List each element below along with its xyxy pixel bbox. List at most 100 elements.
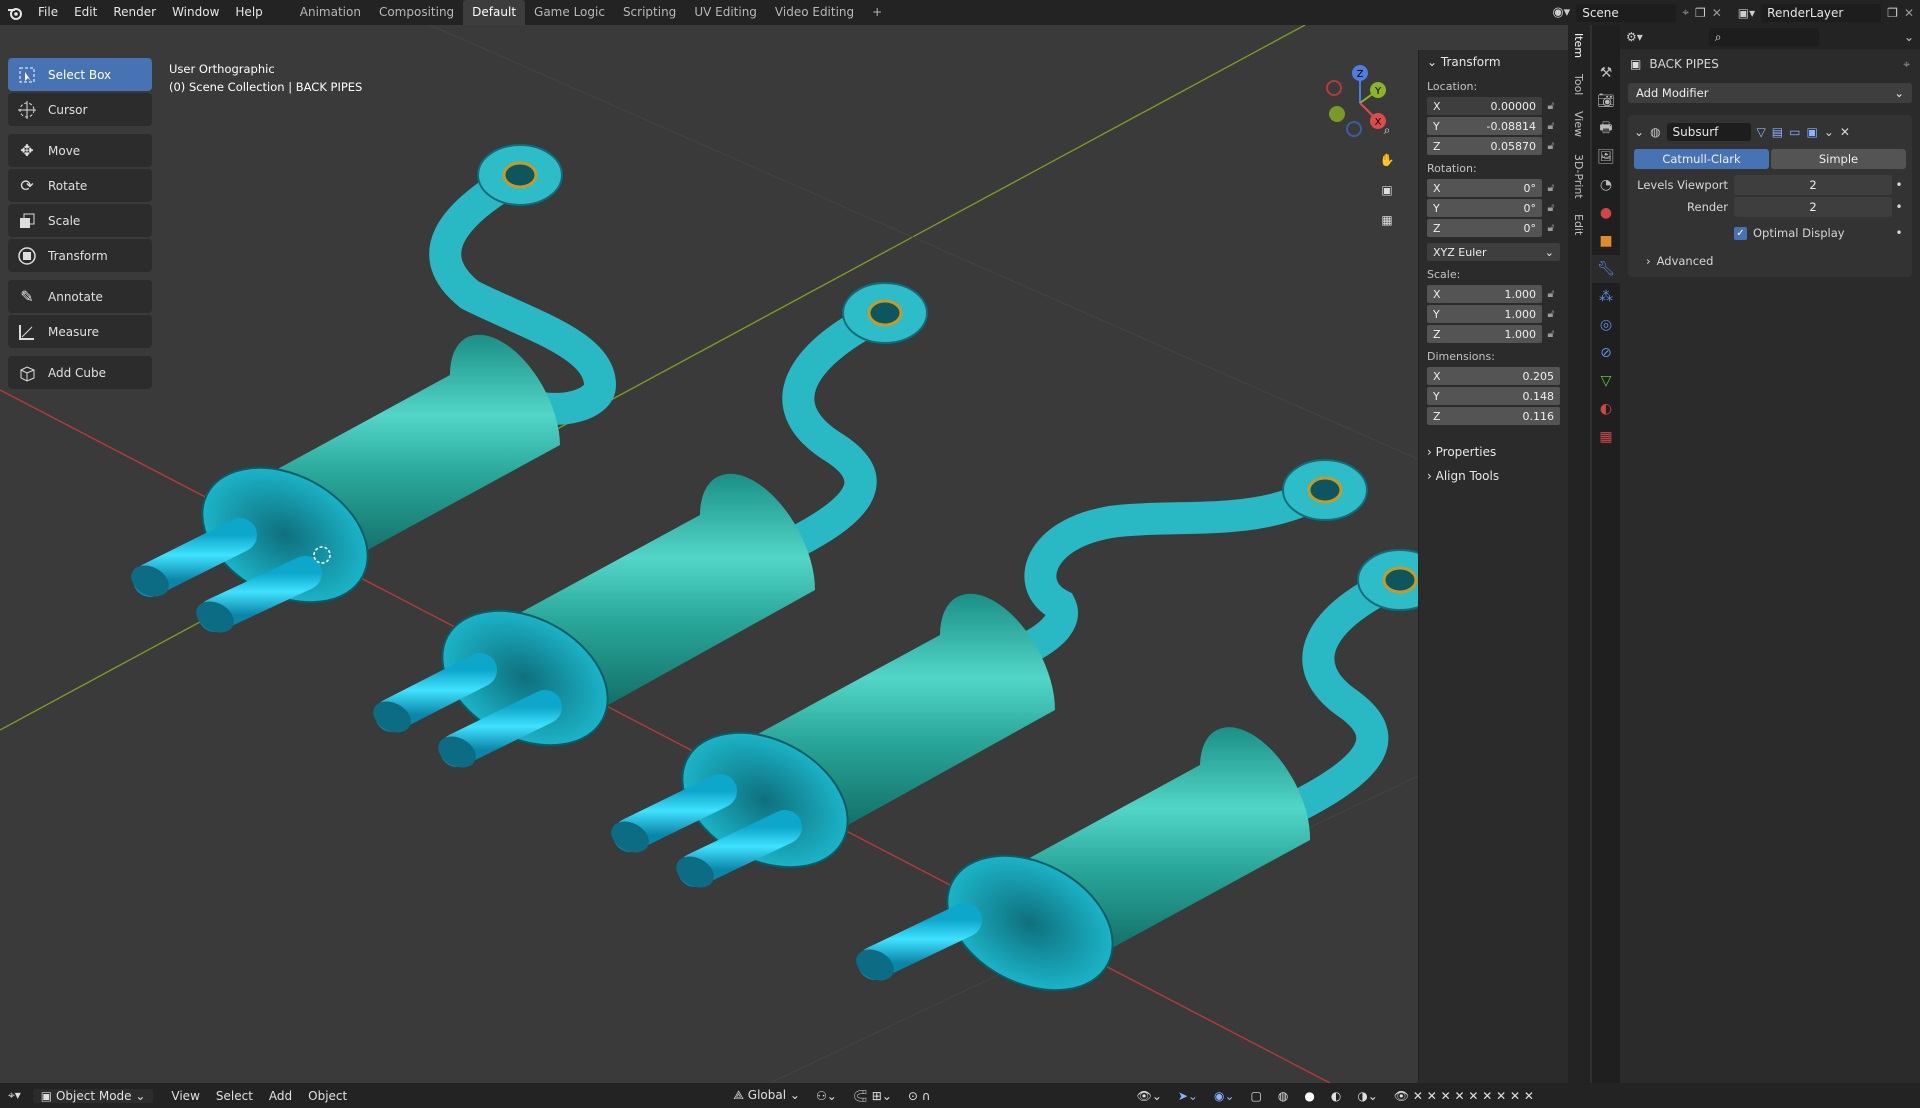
location-x-field[interactable]: X 0.00000 — [1427, 97, 1542, 115]
zoom-icon[interactable]: ⌕ — [1375, 118, 1399, 142]
dimensions-y-field[interactable]: Y 0.148 — [1427, 387, 1560, 405]
scale-z-field[interactable]: Z 1.000 — [1427, 325, 1542, 343]
tool-props-icon[interactable]: ⚒ — [1592, 59, 1620, 87]
lock-icon[interactable]: 🔓︎ — [1542, 221, 1560, 235]
shading-rendered-icon[interactable]: ◑⌄ — [1349, 1089, 1386, 1103]
menu-object[interactable]: Object — [300, 1089, 355, 1103]
tool-transform[interactable]: Transform — [8, 239, 152, 272]
tab-edit[interactable]: Edit — [1568, 206, 1589, 243]
chevron-down-icon[interactable]: ⌄ — [1634, 125, 1644, 139]
tool-add-cube[interactable]: Add Cube — [8, 356, 152, 389]
rotation-mode-select[interactable]: XYZ Euler ⌄ — [1427, 243, 1560, 261]
modifier-name-field[interactable]: Subsurf — [1666, 123, 1751, 141]
chevron-down-icon[interactable]: ⌄ — [1824, 125, 1834, 139]
shading-solid-icon[interactable]: ● — [1296, 1089, 1322, 1103]
editor-type-icon[interactable]: ⚙▾ — [1626, 30, 1643, 44]
tab-video-editing[interactable]: Video Editing — [766, 0, 863, 25]
delete-scene-icon[interactable]: ✕ — [1712, 6, 1722, 20]
visibility-icon[interactable]: 👁︎⌄ — [1129, 1089, 1170, 1103]
tool-annotate[interactable]: ✎ Annotate — [8, 280, 152, 313]
keyframe-dot-icon[interactable]: • — [1892, 200, 1906, 214]
menu-select[interactable]: Select — [208, 1089, 261, 1103]
tool-move[interactable]: ✥ Move — [8, 134, 152, 167]
scene-props-icon[interactable]: ◔ — [1592, 171, 1620, 199]
menu-help[interactable]: Help — [227, 0, 270, 25]
lock-icon[interactable]: 🔓︎ — [1542, 287, 1560, 301]
world-props-icon[interactable]: ● — [1592, 199, 1620, 227]
shading-wireframe-icon[interactable]: ◍ — [1270, 1089, 1296, 1103]
render-props-icon[interactable]: 📷︎ — [1592, 87, 1620, 115]
lock-icon[interactable]: 🔓︎ — [1542, 119, 1560, 133]
overlays-icon[interactable]: ◉⌄ — [1206, 1089, 1243, 1103]
pin-icon[interactable]: ⌖ — [1903, 57, 1910, 72]
close-icon[interactable]: ✕ — [1840, 125, 1850, 139]
modifier-props-icon[interactable]: 🔧︎ — [1592, 255, 1620, 283]
shading-material-icon[interactable]: ◐ — [1323, 1089, 1349, 1103]
transform-header[interactable]: ⌄ Transform — [1419, 50, 1568, 74]
tab-game-logic[interactable]: Game Logic — [525, 0, 614, 25]
tab-default[interactable]: Default — [463, 0, 526, 25]
lock-icon[interactable]: 🔓︎ — [1542, 327, 1560, 341]
location-y-field[interactable]: Y -0.08814 — [1427, 117, 1542, 135]
viewport-toggle-icon[interactable]: ▭ — [1789, 125, 1800, 139]
menu-file[interactable]: File — [30, 0, 66, 25]
scale-y-field[interactable]: Y 1.000 — [1427, 305, 1542, 323]
simple-button[interactable]: Simple — [1771, 149, 1906, 169]
lock-icon[interactable]: 🔓︎ — [1542, 201, 1560, 215]
data-props-icon[interactable]: ▽ — [1592, 367, 1620, 395]
camera-view-icon[interactable]: ▣ — [1375, 178, 1399, 202]
tool-measure[interactable]: Measure — [8, 315, 152, 348]
location-z-field[interactable]: Z 0.05870 — [1427, 137, 1542, 155]
editor-type-icon[interactable]: ⌖▾ — [0, 1088, 29, 1103]
optimal-display-checkbox[interactable]: ✓ — [1734, 226, 1747, 240]
render-levels-field[interactable]: 2 — [1734, 197, 1892, 217]
material-props-icon[interactable]: ◐ — [1592, 395, 1620, 423]
lock-icon[interactable]: 🔓︎ — [1542, 99, 1560, 113]
physics-icon[interactable]: ◎ — [1592, 311, 1620, 339]
delete-layer-icon[interactable]: ✕ — [1904, 6, 1914, 20]
tab-tool[interactable]: Tool — [1568, 66, 1589, 103]
gizmo-toggle-icon[interactable]: ➤⌄ — [1170, 1089, 1206, 1103]
cage-toggle-icon[interactable]: ▤ — [1772, 125, 1783, 139]
view-layer-icon[interactable]: 🖼︎ — [1592, 143, 1620, 171]
particles-icon[interactable]: ⁂ — [1592, 283, 1620, 311]
rotation-y-field[interactable]: Y 0° — [1427, 199, 1542, 217]
rotation-z-field[interactable]: Z 0° — [1427, 219, 1542, 237]
menu-render[interactable]: Render — [105, 0, 164, 25]
render-layer-field[interactable]: RenderLayer — [1761, 3, 1882, 22]
scene-icon[interactable]: ◉▾ — [1552, 5, 1570, 20]
menu-edit[interactable]: Edit — [66, 0, 105, 25]
tab-uv-editing[interactable]: UV Editing — [685, 0, 766, 25]
object-props-icon[interactable]: ■ — [1592, 227, 1620, 255]
edit-mode-toggle-icon[interactable]: ▽ — [1757, 125, 1766, 139]
props-search-field[interactable]: ⌕ — [1708, 28, 1819, 46]
3d-viewport[interactable]: Select Box Cursor ✥ Move ⟳ Rotate Scale … — [0, 25, 1568, 1083]
pin-icon[interactable]: ⌖ — [1682, 5, 1689, 20]
grid-toggle-icon[interactable]: ▦ — [1375, 208, 1399, 232]
scene-name-field[interactable]: Scene — [1576, 3, 1677, 22]
tab-scripting[interactable]: Scripting — [614, 0, 685, 25]
advanced-subpanel[interactable]: › Advanced — [1634, 251, 1906, 271]
render-layer-icon[interactable]: ▣▾ — [1738, 6, 1755, 20]
blender-logo-icon[interactable] — [0, 0, 30, 25]
keyframe-dot-icon[interactable]: • — [1892, 226, 1906, 240]
catmull-clark-button[interactable]: Catmull-Clark — [1634, 149, 1769, 169]
menu-add[interactable]: Add — [261, 1089, 300, 1103]
add-modifier-button[interactable]: Add Modifier ⌄ — [1628, 83, 1912, 103]
tab-3d-print[interactable]: 3D-Print — [1568, 146, 1589, 207]
dimensions-x-field[interactable]: X 0.205 — [1427, 367, 1560, 385]
lock-icon[interactable]: 🔓︎ — [1542, 307, 1560, 321]
align-tools-header[interactable]: › Align Tools — [1419, 464, 1568, 488]
chevron-down-icon[interactable]: ⌄ — [1904, 30, 1914, 44]
tool-cursor[interactable]: Cursor — [8, 93, 152, 126]
tool-rotate[interactable]: ⟳ Rotate — [8, 169, 152, 202]
dimensions-z-field[interactable]: Z 0.116 — [1427, 407, 1560, 425]
properties-header[interactable]: › Properties — [1419, 440, 1568, 464]
transform-orientation-select[interactable]: ⟁ Global ⌄ — [725, 1088, 808, 1103]
tool-scale[interactable]: Scale — [8, 204, 152, 237]
object-mode-select[interactable]: ▣ Object Mode ⌄ — [32, 1088, 154, 1103]
tab-item[interactable]: Item — [1568, 25, 1589, 66]
new-scene-icon[interactable]: ❐ — [1695, 6, 1706, 20]
menu-window[interactable]: Window — [164, 0, 227, 25]
pan-hand-icon[interactable]: ✋ — [1375, 148, 1399, 172]
